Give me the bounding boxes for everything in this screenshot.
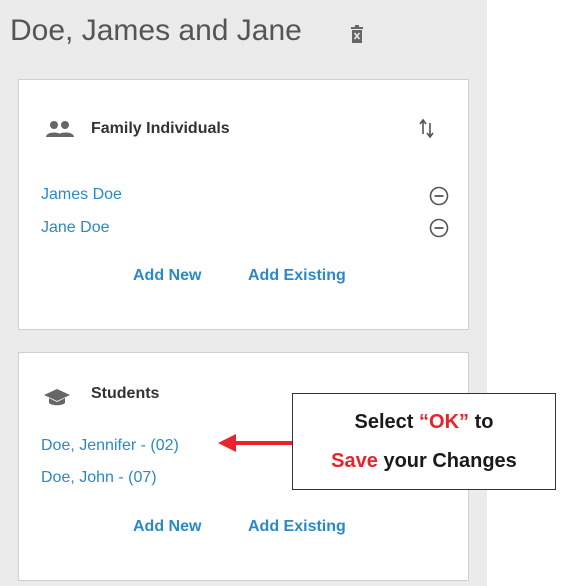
member-link-james[interactable]: James Doe [41,186,122,204]
member-link-jane[interactable]: Jane Doe [41,219,110,237]
people-icon [46,121,74,137]
trash-icon[interactable] [350,25,364,43]
students-title: Students [91,385,160,402]
student-link-john[interactable]: Doe, John - (07) [41,469,157,487]
callout-arrow [218,434,294,452]
remove-circle-icon[interactable] [429,218,449,238]
student-link-jennifer[interactable]: Doe, Jennifer - (02) [41,437,179,455]
graduation-cap-icon [44,389,70,406]
instruction-callout: Select “OK” to Save your Changes [292,393,556,490]
remove-circle-icon[interactable] [429,186,449,206]
callout-line-2: Save your Changes [331,450,517,472]
add-new-individual-button[interactable]: Add New [133,267,201,285]
add-existing-student-button[interactable]: Add Existing [248,518,346,536]
family-individuals-card: Family Individuals James Doe Jane Doe Ad… [18,79,469,330]
family-panel: Doe, James and Jane Family Individuals J… [0,0,487,586]
family-individuals-title: Family Individuals [91,120,230,137]
family-name-title: Doe, James and Jane [10,14,302,47]
add-new-student-button[interactable]: Add New [133,518,201,536]
sort-icon[interactable] [419,118,435,138]
callout-line-1: Select “OK” to [354,411,494,433]
add-existing-individual-button[interactable]: Add Existing [248,267,346,285]
